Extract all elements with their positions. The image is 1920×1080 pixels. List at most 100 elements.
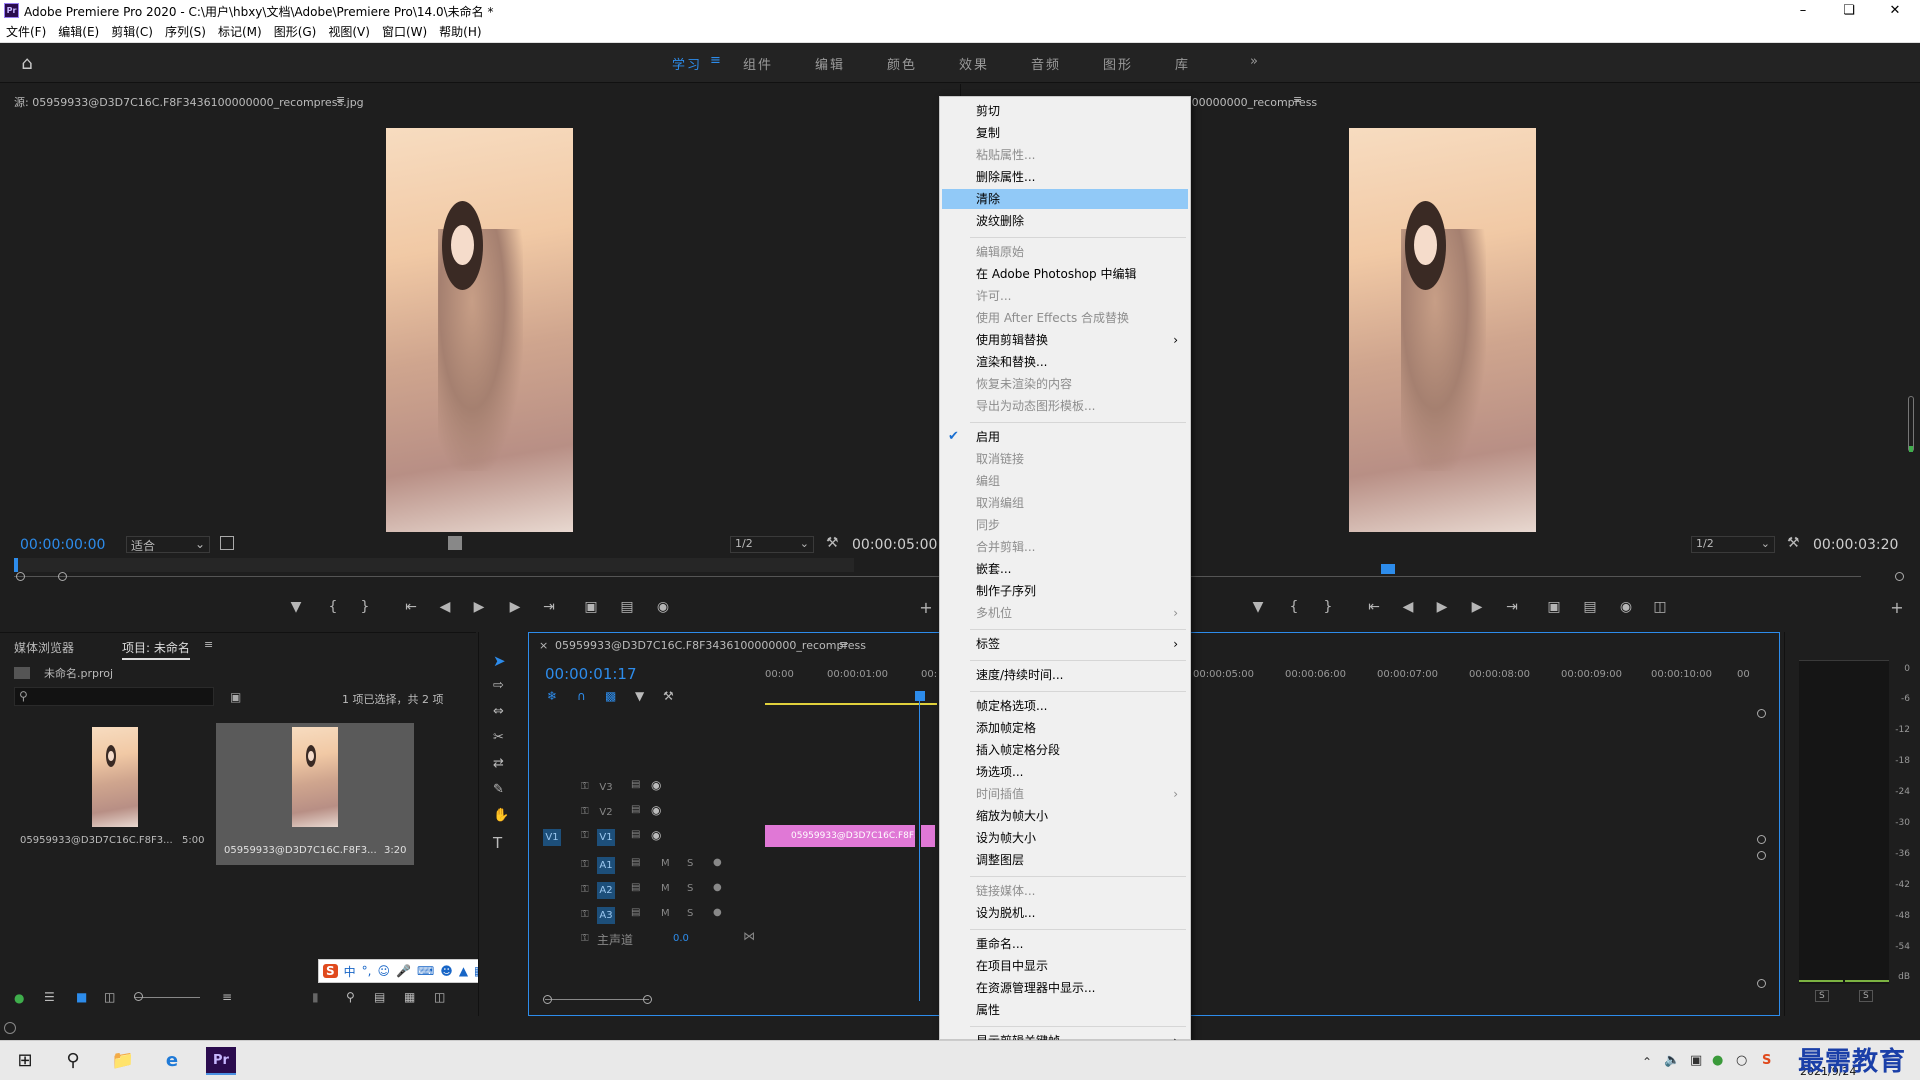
mark-out-icon[interactable]: }: [354, 599, 376, 615]
track-lock-icon[interactable]: ⚿: [581, 781, 589, 792]
razor-tool-icon[interactable]: ✂: [493, 730, 504, 745]
automate-icon[interactable]: ▮: [312, 990, 319, 1004]
edge-browser-icon[interactable]: e: [157, 1047, 187, 1075]
file-explorer-icon[interactable]: 📁: [108, 1047, 138, 1075]
ime-emoji-icon[interactable]: ☺: [378, 964, 391, 978]
track-lock-icon[interactable]: ⚿: [581, 830, 589, 841]
sequence-tab[interactable]: 05959933@D3D7C16C.F8F3436100000000_recom…: [555, 639, 866, 652]
context-menu-item[interactable]: 添加帧定格: [942, 718, 1188, 738]
ime-user-icon[interactable]: ☻: [440, 964, 453, 978]
master-volume[interactable]: 0.0: [673, 933, 689, 944]
source-resolution-dropdown[interactable]: 1/2 ⌄: [730, 536, 814, 553]
tab-project[interactable]: 项目: 未命名: [122, 639, 190, 660]
eye-icon[interactable]: ◉: [651, 803, 661, 817]
ripple-edit-tool-icon[interactable]: ⇔: [493, 704, 504, 719]
new-bin-icon[interactable]: ▤: [374, 990, 385, 1004]
timeline-h-scrollbar[interactable]: [545, 999, 649, 1000]
timeline-playhead-line[interactable]: [919, 701, 920, 1001]
context-menu-item[interactable]: 调整图层: [942, 850, 1188, 870]
fit-dropdown[interactable]: 适合 ⌄: [126, 536, 210, 553]
taskbar-search-icon[interactable]: ⚲: [58, 1047, 88, 1075]
track-lock-icon[interactable]: ⚿: [581, 806, 589, 817]
panel-menu-icon[interactable]: ≡: [336, 93, 345, 106]
context-menu-item[interactable]: 设为帧大小: [942, 828, 1188, 848]
sync-lock-icon[interactable]: ▤: [631, 857, 640, 868]
context-menu-item[interactable]: 在项目中显示: [942, 956, 1188, 976]
menu-edit[interactable]: 编辑(E): [58, 22, 99, 42]
context-menu-item[interactable]: 属性: [942, 1000, 1188, 1020]
track-v3-label[interactable]: V3: [597, 779, 615, 796]
program-add-marker-icon[interactable]: ▼: [1247, 599, 1269, 615]
context-menu-item[interactable]: 在 Adobe Photoshop 中编辑: [942, 264, 1188, 284]
context-menu-item[interactable]: 设为脱机...: [942, 903, 1188, 923]
step-forward-icon[interactable]: ▶: [504, 599, 526, 615]
tab-media-browser[interactable]: 媒体浏览器: [14, 639, 74, 656]
workspace-tab-effects[interactable]: 效果: [959, 54, 989, 73]
v-scroll-handle-top[interactable]: [1757, 709, 1766, 718]
v-scroll-handle-mid[interactable]: [1757, 835, 1766, 844]
sogou-tray-icon[interactable]: S: [1762, 1053, 1771, 1068]
add-marker-icon[interactable]: ▼: [285, 599, 307, 615]
hand-tool-icon[interactable]: ✋: [493, 808, 509, 823]
sync-lock-icon[interactable]: ▤: [631, 882, 640, 893]
workspace-tab-audio[interactable]: 音频: [1031, 54, 1061, 73]
project-item-1[interactable]: 05959933@D3D7C16C.F8F3... 5:00: [14, 723, 214, 853]
tray-app-icon[interactable]: ○: [1736, 1053, 1747, 1068]
track-v1-label[interactable]: V1: [597, 829, 615, 846]
track-v2-label[interactable]: V2: [597, 804, 615, 821]
context-menu-item[interactable]: 缩放为帧大小: [942, 806, 1188, 826]
context-menu-item[interactable]: 制作子序列: [942, 581, 1188, 601]
overwrite-icon[interactable]: ▤: [616, 599, 638, 615]
track-a2-label[interactable]: A2: [597, 882, 615, 899]
program-resolution-dropdown[interactable]: 1/2 ⌄: [1691, 536, 1775, 553]
zoom-slider[interactable]: [134, 997, 200, 998]
source-patch-v1[interactable]: V1: [543, 829, 561, 846]
mark-in-icon[interactable]: {: [322, 599, 344, 615]
volume-icon[interactable]: 🔈: [1664, 1053, 1680, 1068]
button-editor-icon[interactable]: +: [915, 598, 937, 617]
sync-lock-icon[interactable]: ▤: [631, 907, 640, 918]
mute-button[interactable]: M: [661, 908, 670, 919]
context-menu-item[interactable]: 嵌套...: [942, 559, 1188, 579]
extract-icon[interactable]: ▤: [1579, 599, 1601, 615]
h-scroll-handle-left[interactable]: [543, 995, 552, 1004]
track-select-tool-icon[interactable]: ⇨: [493, 678, 504, 693]
workspace-tab-color[interactable]: 颜色: [887, 54, 917, 73]
context-menu-item[interactable]: 重命名...: [942, 934, 1188, 954]
go-to-out-icon[interactable]: ⇥: [538, 599, 560, 615]
trash-icon[interactable]: ◫: [434, 990, 445, 1004]
menu-view[interactable]: 视图(V): [328, 22, 370, 42]
eye-icon[interactable]: ◉: [651, 828, 661, 842]
status-indicator-icon[interactable]: [4, 1022, 16, 1034]
home-icon[interactable]: ⌂: [14, 53, 40, 74]
program-play-icon[interactable]: ▶: [1431, 599, 1453, 615]
program-step-back-icon[interactable]: ◀: [1397, 599, 1419, 615]
context-menu-item[interactable]: 清除: [942, 189, 1188, 209]
mute-button[interactable]: M: [661, 858, 670, 869]
ime-keyboard-icon[interactable]: ⌨: [417, 964, 434, 978]
export-frame-toggle-icon[interactable]: [448, 536, 462, 550]
source-timecode[interactable]: 00:00:00:00: [20, 537, 105, 553]
ime-chinese-mode[interactable]: 中: [344, 963, 356, 980]
lock-icon[interactable]: ●: [14, 991, 24, 1005]
project-panel-menu-icon[interactable]: ≡: [204, 638, 213, 651]
microphone-icon[interactable]: ●: [713, 882, 722, 893]
program-playhead[interactable]: [1381, 564, 1395, 574]
menu-sequence[interactable]: 序列(S): [165, 22, 206, 42]
premiere-taskbar-icon[interactable]: Pr: [206, 1047, 236, 1075]
minimize-button[interactable]: –: [1780, 0, 1826, 22]
eye-icon[interactable]: ◉: [651, 778, 661, 792]
context-menu-item[interactable]: 插入帧定格分段: [942, 740, 1188, 760]
network-icon[interactable]: ▣: [1690, 1053, 1702, 1068]
track-a3-label[interactable]: A3: [597, 907, 615, 924]
context-menu-item[interactable]: 复制: [942, 123, 1188, 143]
workspace-tab-libraries[interactable]: 库: [1175, 54, 1190, 73]
step-back-icon[interactable]: ◀: [434, 599, 456, 615]
menu-file[interactable]: 文件(F): [6, 22, 46, 42]
solo-button[interactable]: S: [687, 908, 693, 919]
sync-lock-icon[interactable]: ▤: [631, 829, 640, 840]
nest-toggle-icon[interactable]: ❄: [547, 689, 557, 703]
icon-view-icon[interactable]: ■: [76, 990, 87, 1004]
workspace-menu-icon[interactable]: ≡: [710, 53, 723, 68]
solo-button[interactable]: S: [687, 883, 693, 894]
